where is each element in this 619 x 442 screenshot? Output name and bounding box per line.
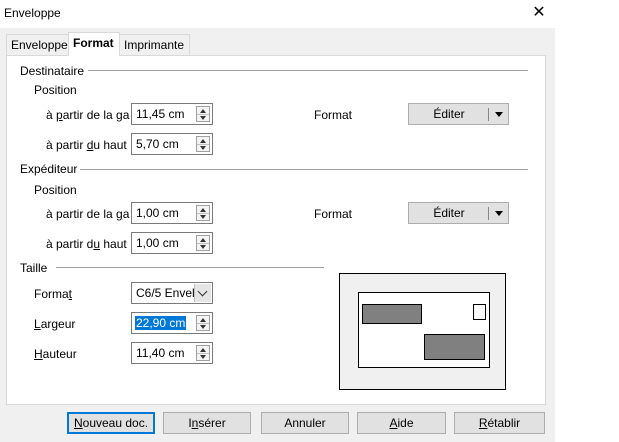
- tab-label: Enveloppe: [11, 38, 68, 52]
- spin-arrows-icon[interactable]: [196, 106, 210, 122]
- stamp-block: [473, 304, 486, 320]
- sender-left-spinner[interactable]: 1,00 cm: [131, 202, 213, 224]
- dropdown-arrow-icon[interactable]: [495, 211, 503, 216]
- dropdown-arrow-icon[interactable]: [495, 112, 503, 117]
- recipient-top-value: 5,70 cm: [136, 137, 179, 151]
- size-format-label: Format: [34, 287, 73, 301]
- sender-format-label: Format: [314, 207, 353, 221]
- envelope-preview: [339, 273, 506, 390]
- recipient-left-value: 11,45 cm: [136, 107, 185, 121]
- spin-arrows-icon[interactable]: [196, 136, 210, 152]
- envelope-outline: [358, 292, 490, 368]
- tab-label: Imprimante: [124, 38, 185, 52]
- recipient-left-spinner[interactable]: 11,45 cm: [131, 103, 213, 125]
- help-button[interactable]: Aide: [357, 412, 446, 434]
- new-document-button[interactable]: Nouveau doc.: [67, 412, 155, 434]
- recipient-format-label: Format: [314, 108, 353, 122]
- sender-top-spinner[interactable]: 1,00 cm: [131, 232, 213, 254]
- tab-enveloppe[interactable]: Enveloppe: [6, 34, 69, 55]
- edit-button-label: Éditer: [433, 206, 465, 220]
- tab-label: Format: [73, 36, 114, 50]
- height-spinner[interactable]: 11,40 cm: [131, 342, 213, 364]
- recipient-heading: Destinataire: [20, 64, 85, 78]
- size-format-value: C6/5 Envelope: [136, 286, 196, 300]
- recipient-edit-button[interactable]: Éditer: [408, 103, 509, 125]
- spin-arrows-icon[interactable]: [196, 315, 210, 331]
- recipient-left-label: à partir de la ga: [46, 108, 130, 122]
- size-heading: Taille: [20, 261, 48, 275]
- close-icon[interactable]: ✕: [530, 4, 548, 22]
- spin-arrows-icon[interactable]: [196, 235, 210, 251]
- divider: [488, 207, 489, 220]
- sender-left-value: 1,00 cm: [136, 206, 179, 220]
- sender-top-value: 1,00 cm: [136, 236, 179, 250]
- reset-button[interactable]: Rétablir: [454, 412, 545, 434]
- recipient-top-label: à partir du haut: [46, 138, 127, 152]
- spin-arrows-icon[interactable]: [196, 345, 210, 361]
- recipient-top-spinner[interactable]: 5,70 cm: [131, 133, 213, 155]
- title-bar: Enveloppe ✕: [0, 0, 555, 28]
- spin-arrows-icon[interactable]: [196, 205, 210, 221]
- cancel-button[interactable]: Annuler: [261, 412, 349, 434]
- sender-heading: Expéditeur: [20, 162, 78, 176]
- sender-position-label: Position: [34, 183, 77, 197]
- chevron-down-icon[interactable]: [194, 284, 211, 302]
- insert-button[interactable]: Insérer: [163, 412, 251, 434]
- recipient-separator: [88, 70, 528, 71]
- width-spinner[interactable]: 22,90 cm: [131, 312, 213, 334]
- sender-separator: [80, 169, 528, 170]
- divider: [488, 108, 489, 121]
- width-label: Largeur: [34, 317, 76, 331]
- size-format-select[interactable]: C6/5 Envelope: [131, 282, 213, 304]
- size-separator: [56, 267, 324, 268]
- sender-left-label: à partir de la ga: [46, 207, 130, 221]
- window-title: Enveloppe: [4, 6, 61, 20]
- edit-button-label: Éditer: [433, 107, 465, 121]
- tab-imprimante[interactable]: Imprimante: [119, 34, 190, 55]
- recipient-address-block: [424, 334, 485, 360]
- tab-format[interactable]: Format: [68, 32, 120, 56]
- recipient-position-label: Position: [34, 83, 77, 97]
- height-label: Hauteur: [34, 347, 77, 361]
- sender-address-block: [362, 304, 422, 324]
- width-value: 22,90 cm: [135, 316, 187, 330]
- sender-edit-button[interactable]: Éditer: [408, 202, 509, 224]
- sender-top-label: à partir du haut: [46, 237, 127, 251]
- height-value: 11,40 cm: [136, 346, 185, 360]
